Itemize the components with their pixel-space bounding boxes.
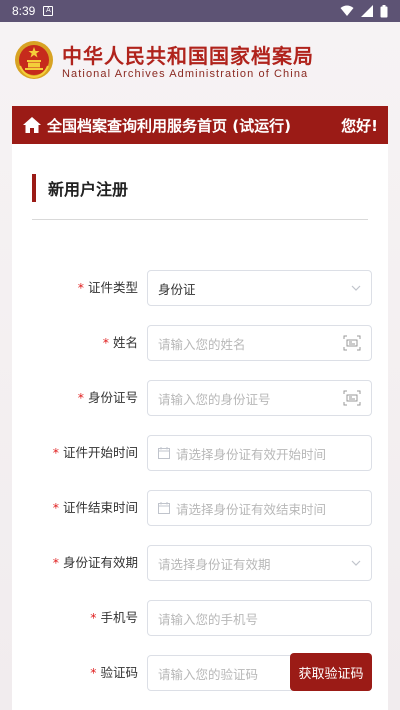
verify-code-placeholder: 请输入您的验证码 [158,666,259,682]
start-date-picker[interactable]: 请选择身份证有效开始时间 [147,435,372,471]
name-placeholder: 请输入您的姓名 [158,336,246,352]
required-mark: * [77,280,84,295]
name-input[interactable]: 请输入您的姓名 [147,325,372,361]
site-title-en: National Archives Administration of Chin… [62,68,309,80]
id-type-label: * 证件类型 [77,280,138,295]
id-type-select[interactable]: 身份证 [147,270,372,306]
validity-label: * 身份证有效期 [52,555,138,570]
section-accent-bar [32,174,36,202]
id-card-scan-icon[interactable] [343,390,361,406]
calendar-icon [158,447,170,459]
form-row-phone: * 手机号 请输入您的手机号 [12,600,388,636]
signal-icon [361,5,373,17]
status-time: 8:39 [12,4,36,18]
home-icon[interactable] [22,116,42,134]
form-row-end-date: * 证件结束时间 请选择身份证有效结束时间 [12,490,388,526]
form-row-id-number: * 身份证号 请输入您的身份证号 [12,380,388,416]
end-date-label: * 证件结束时间 [52,500,138,515]
end-date-picker[interactable]: 请选择身份证有效结束时间 [147,490,372,526]
notification-icon: A [43,6,54,16]
phone-placeholder: 请输入您的手机号 [158,611,259,627]
start-date-label: * 证件开始时间 [52,445,138,460]
section-title: 新用户注册 [48,180,129,199]
chevron-down-icon [351,560,361,566]
wifi-icon [340,5,354,16]
validity-select[interactable]: 请选择身份证有效期 [147,545,372,581]
required-mark: * [52,555,59,570]
phone-label: * 手机号 [90,610,138,625]
section-header: 新用户注册 [32,174,128,202]
status-bar: 8:39 A [0,0,400,22]
required-mark: * [102,335,109,350]
nav-banner: 全国档案查询利用服务首页 (试运行) 您好! [12,106,388,144]
phone-input[interactable]: 请输入您的手机号 [147,600,372,636]
form-row-name: * 姓名 请输入您的姓名 [12,325,388,361]
site-header: 中华人民共和国国家档案局 National Archives Administr… [14,36,386,86]
divider [32,219,368,220]
site-title-cn: 中华人民共和国国家档案局 [62,44,314,68]
banner-title[interactable]: 全国档案查询利用服务首页 (试运行) [47,115,291,136]
calendar-icon [158,502,170,514]
chevron-down-icon [351,285,361,291]
start-date-placeholder: 请选择身份证有效开始时间 [176,446,327,462]
required-mark: * [52,445,59,460]
end-date-placeholder: 请选择身份证有效结束时间 [176,501,327,517]
id-card-scan-icon[interactable] [343,335,361,351]
battery-icon [380,4,388,17]
form-row-verify-code: * 验证码 请输入您的验证码 获取验证码 [12,653,388,691]
greeting-text: 您好! [341,116,378,135]
name-label: * 姓名 [102,335,138,350]
id-number-label: * 身份证号 [77,390,138,405]
validity-placeholder: 请选择身份证有效期 [158,556,271,572]
required-mark: * [52,500,59,515]
get-verify-code-button[interactable]: 获取验证码 [290,653,372,691]
id-number-input[interactable]: 请输入您的身份证号 [147,380,372,416]
verify-code-label: * 验证码 [90,665,138,680]
required-mark: * [90,665,97,680]
form-row-validity: * 身份证有效期 请选择身份证有效期 [12,545,388,581]
required-mark: * [77,390,84,405]
form-row-id-type: * 证件类型 身份证 [12,270,388,306]
id-type-value: 身份证 [158,281,196,297]
id-number-placeholder: 请输入您的身份证号 [158,391,271,407]
register-form-card: 新用户注册 * 证件类型 身份证 * 姓名 请输入您的姓名 * 身份证号 请输入您的身… [12,144,388,710]
required-mark: * [90,610,97,625]
national-emblem-icon [15,41,53,79]
form-row-start-date: * 证件开始时间 请选择身份证有效开始时间 [12,435,388,471]
